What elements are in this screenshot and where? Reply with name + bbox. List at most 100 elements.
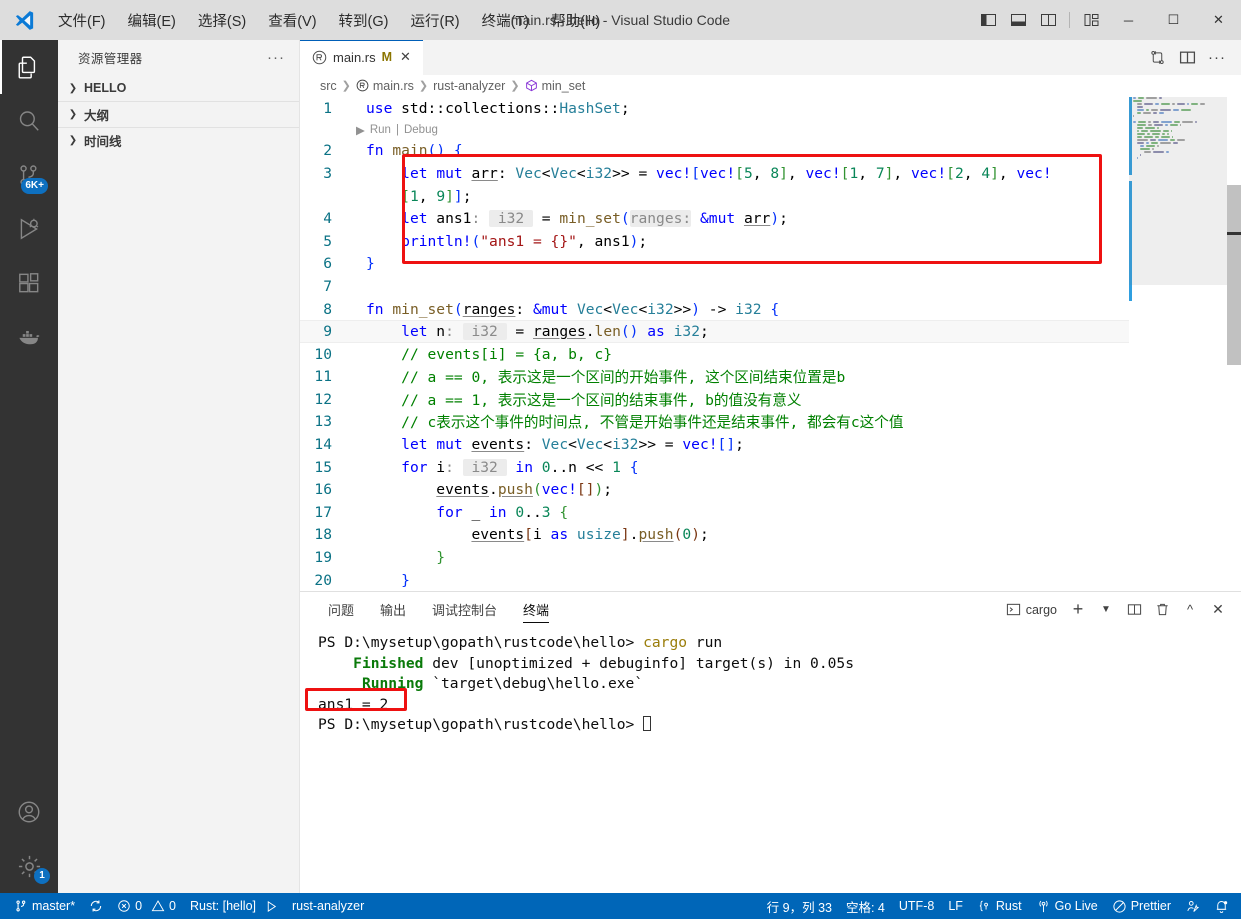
window-close-button[interactable]: ✕: [1196, 0, 1241, 40]
split-editor-icon[interactable]: [1173, 43, 1201, 71]
folding-guide[interactable]: [345, 185, 356, 208]
folding-guide[interactable]: [345, 456, 356, 479]
status-language-mode[interactable]: Rust: [970, 893, 1029, 919]
folding-guide[interactable]: [345, 501, 356, 524]
folding-guide[interactable]: [345, 162, 356, 185]
code-line[interactable]: 13 // c表示这个事件的时间点, 不管是开始事件还是结束事件, 都会有c这个…: [300, 411, 1241, 434]
panel-tab-debug-console[interactable]: 调试控制台: [422, 592, 507, 627]
code-line[interactable]: 11 // a == 0, 表示这是一个区间的开始事件, 这个区间结束位置是b: [300, 365, 1241, 388]
window-maximize-button[interactable]: ☐: [1151, 0, 1196, 40]
code-line[interactable]: [1, 9]];: [300, 185, 1241, 208]
code-line[interactable]: 4 let ans1: i32 = min_set(ranges: &mut a…: [300, 207, 1241, 230]
folding-guide[interactable]: [345, 546, 356, 569]
code-line[interactable]: 14 let mut events: Vec<Vec<i32>> = vec![…: [300, 433, 1241, 456]
menu-terminal[interactable]: 终端(T): [472, 5, 540, 36]
folding-guide[interactable]: [345, 365, 356, 388]
code-line[interactable]: 3 let mut arr: Vec<Vec<i32>> = vec![vec!…: [300, 162, 1241, 185]
status-notifications[interactable]: [1207, 893, 1241, 919]
folding-guide[interactable]: [345, 524, 356, 547]
split-terminal-icon[interactable]: [1121, 597, 1147, 623]
breadcrumb-item-src[interactable]: src: [320, 79, 337, 93]
code-line[interactable]: 20 }: [300, 569, 1241, 591]
tab-main-rs[interactable]: main.rs M ✕: [300, 40, 424, 75]
codelens-debug[interactable]: Debug: [404, 124, 438, 136]
code-line[interactable]: 15 for i: i32 in 0..n << 1 {: [300, 456, 1241, 479]
folding-guide[interactable]: [345, 298, 356, 321]
panel-tab-problems[interactable]: 问题: [318, 592, 364, 627]
folding-guide[interactable]: [345, 478, 356, 501]
folding-guide[interactable]: [345, 411, 356, 434]
status-go-live[interactable]: Go Live: [1029, 893, 1105, 919]
code-line[interactable]: 17 for _ in 0..3 {: [300, 501, 1241, 524]
toggle-secondary-sidebar-icon[interactable]: [1033, 0, 1063, 40]
menu-help[interactable]: 帮助(H): [541, 5, 610, 36]
activitybar-item-settings[interactable]: 1: [0, 839, 58, 893]
menu-edit[interactable]: 编辑(E): [118, 5, 186, 36]
editor-scrollbar[interactable]: [1227, 97, 1241, 591]
activitybar-item-docker[interactable]: [0, 310, 58, 364]
code-line[interactable]: 9 let n: i32 = ranges.len() as i32;: [300, 320, 1241, 343]
folding-guide[interactable]: [345, 253, 356, 276]
status-rust-project[interactable]: Rust: [hello]: [183, 893, 285, 919]
code-line[interactable]: 2 fn main() {: [300, 140, 1241, 163]
menu-file[interactable]: 文件(F): [48, 5, 116, 36]
code-line[interactable]: 1 use std::collections::HashSet;: [300, 97, 1241, 120]
menu-selection[interactable]: 选择(S): [188, 5, 256, 36]
scrollbar-thumb[interactable]: [1227, 184, 1241, 365]
folding-guide[interactable]: [345, 275, 356, 298]
status-encoding[interactable]: UTF-8: [892, 893, 941, 919]
kill-terminal-icon[interactable]: [1149, 597, 1175, 623]
sidebar-section-outline[interactable]: ❯ 大纲: [58, 101, 299, 127]
activitybar-item-extensions[interactable]: [0, 256, 58, 310]
folding-guide[interactable]: [345, 230, 356, 253]
code-line[interactable]: 5 println!("ans1 = {}", ans1);: [300, 230, 1241, 253]
activitybar-item-explorer[interactable]: [0, 40, 58, 94]
toggle-primary-sidebar-icon[interactable]: [973, 0, 1003, 40]
folding-guide[interactable]: [345, 207, 356, 230]
status-feedback[interactable]: [1178, 893, 1207, 919]
code-line[interactable]: 7: [300, 275, 1241, 298]
status-rust-analyzer[interactable]: rust-analyzer: [285, 893, 371, 919]
customize-layout-icon[interactable]: [1076, 0, 1106, 40]
status-indentation[interactable]: 空格: 4: [839, 893, 892, 919]
code-line[interactable]: 12 // a == 1, 表示这是一个区间的结束事件, b的值没有意义: [300, 388, 1241, 411]
code-editor[interactable]: 1 use std::collections::HashSet; ▶ Run | Debu…: [300, 96, 1241, 591]
folding-guide[interactable]: [345, 97, 356, 120]
folding-guide[interactable]: [345, 433, 356, 456]
terminal-output[interactable]: PS D:\mysetup\gopath\rustcode\hello> car…: [300, 627, 1241, 893]
menu-go[interactable]: 转到(G): [329, 5, 399, 36]
folding-guide[interactable]: [345, 388, 356, 411]
activitybar-item-search[interactable]: [0, 94, 58, 148]
codelens-run[interactable]: Run: [370, 124, 391, 136]
folding-guide[interactable]: [345, 343, 356, 366]
code-line[interactable]: 10 // events[i] = {a, b, c}: [300, 343, 1241, 366]
folding-guide[interactable]: [345, 569, 356, 591]
breadcrumb-item-main-rs[interactable]: main.rs: [356, 79, 414, 93]
code-line[interactable]: 16 events.push(vec![]);: [300, 478, 1241, 501]
sidebar-section-timeline[interactable]: ❯ 时间线: [58, 127, 299, 153]
breadcrumb-item-min-set[interactable]: min_set: [525, 79, 585, 93]
activitybar-item-accounts[interactable]: [0, 785, 58, 839]
codelens-run-debug[interactable]: ▶ Run | Debug: [300, 120, 1241, 140]
code-line[interactable]: 18 events[i as usize].push(0);: [300, 524, 1241, 547]
toggle-panel-icon[interactable]: [1003, 0, 1033, 40]
sidebar-section-hello[interactable]: ❯ HELLO: [58, 75, 299, 101]
status-sync[interactable]: [82, 893, 110, 919]
status-cursor-position[interactable]: 行 9，列 33: [760, 893, 839, 919]
minimap-slider[interactable]: [1129, 96, 1227, 285]
folding-guide[interactable]: [345, 321, 356, 342]
menu-run[interactable]: 运行(R): [400, 5, 469, 36]
maximize-panel-icon[interactable]: ^: [1177, 597, 1203, 623]
window-minimize-button[interactable]: ─: [1106, 0, 1151, 40]
tab-close-icon[interactable]: ✕: [398, 49, 413, 65]
sidebar-more-actions-icon[interactable]: ···: [261, 49, 291, 66]
folding-guide[interactable]: [345, 140, 356, 163]
open-changes-icon[interactable]: [1143, 43, 1171, 71]
code-line[interactable]: 19 }: [300, 546, 1241, 569]
code-line[interactable]: 6}: [300, 253, 1241, 276]
status-eol[interactable]: LF: [941, 893, 970, 919]
status-problems[interactable]: 0 0: [110, 893, 183, 919]
breadcrumb-item-rust-analyzer[interactable]: rust-analyzer: [433, 79, 505, 93]
panel-tab-output[interactable]: 输出: [370, 592, 416, 627]
minimap[interactable]: [1129, 96, 1227, 591]
